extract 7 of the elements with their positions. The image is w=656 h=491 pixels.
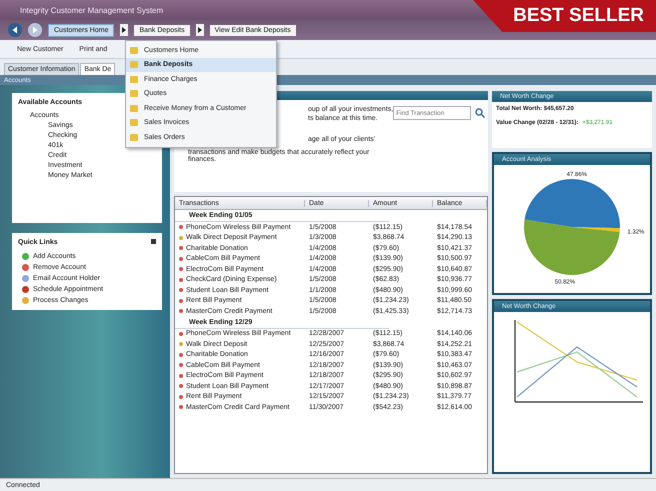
forward-button[interactable] (28, 23, 42, 37)
best-seller-ribbon: BEST SELLER (473, 0, 656, 32)
caret-icon[interactable] (196, 24, 204, 36)
window-title: Integrity Customer Management System (20, 6, 164, 14)
caret-icon[interactable] (120, 24, 128, 36)
back-button[interactable] (8, 23, 22, 37)
search-icon[interactable] (475, 108, 486, 118)
